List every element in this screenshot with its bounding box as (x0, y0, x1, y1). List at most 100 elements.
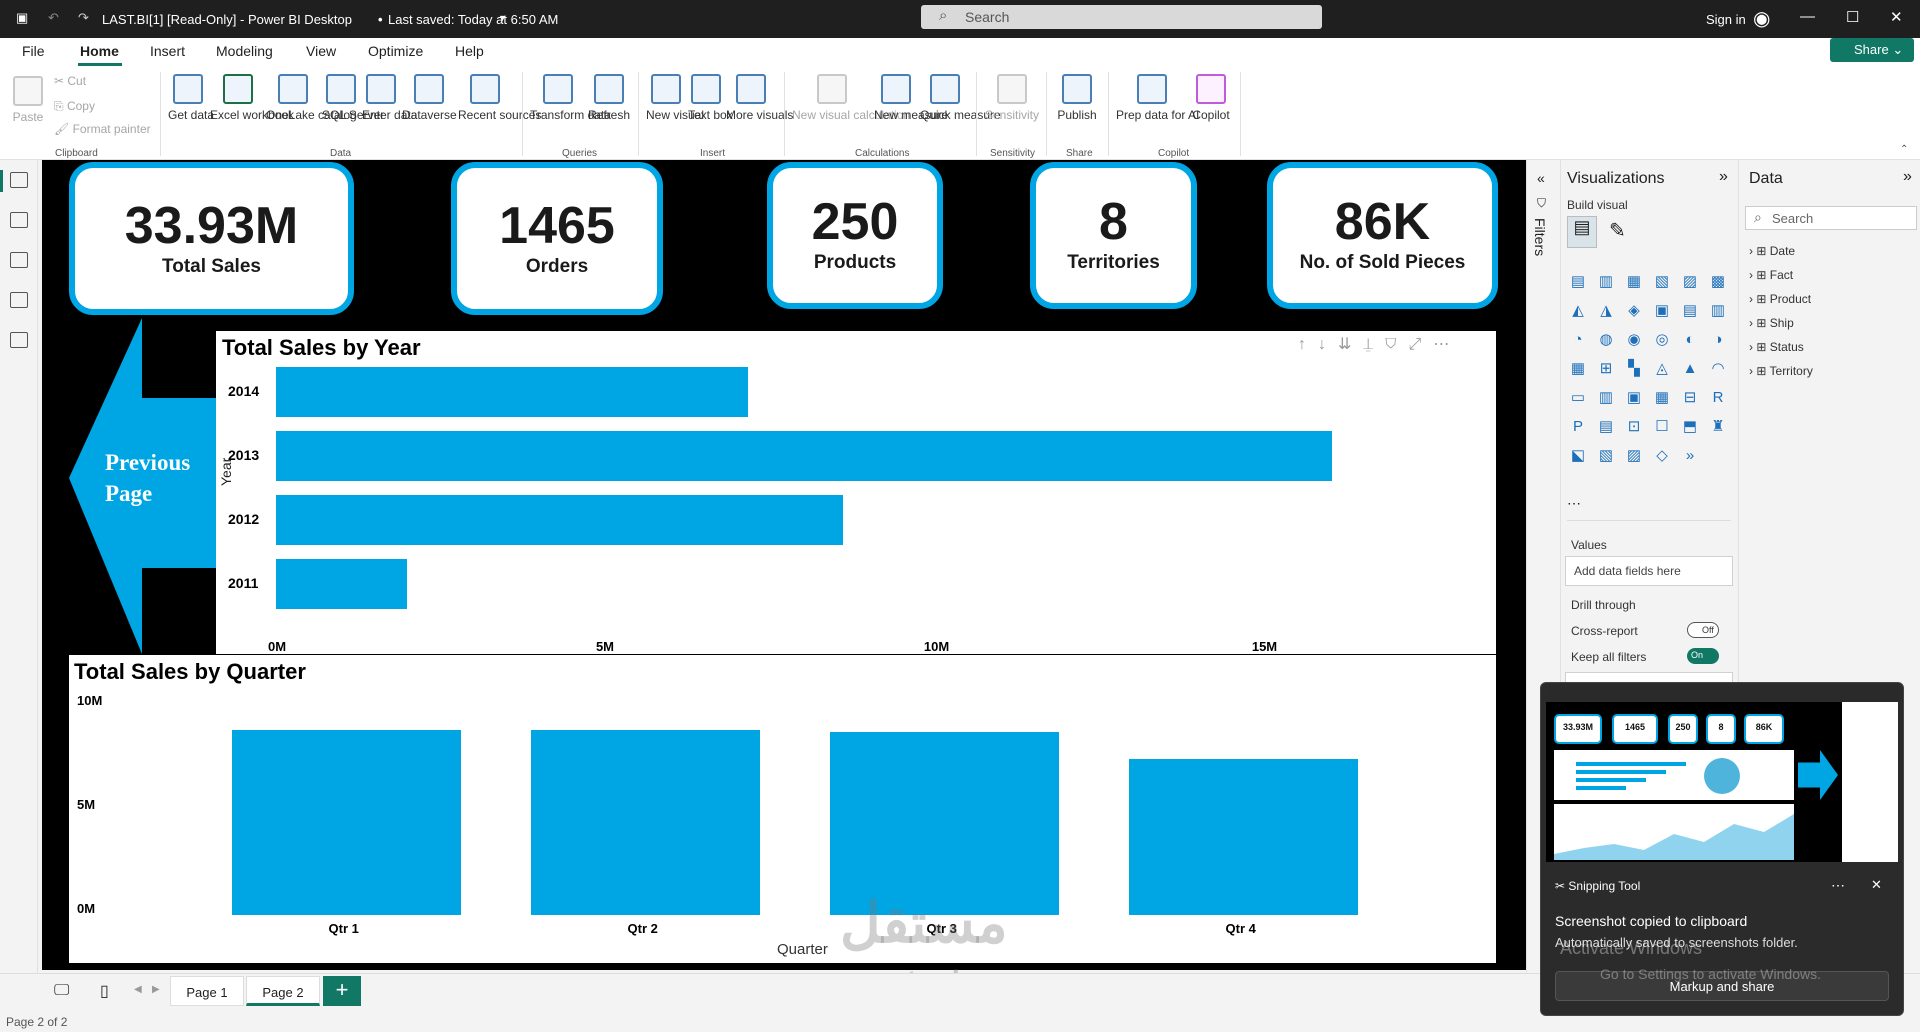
menu-view[interactable]: View (306, 43, 336, 59)
prep-data-ai-button[interactable]: Prep data for AI (1116, 74, 1199, 123)
hierarchy-icon[interactable]: ⍊ (1363, 336, 1385, 353)
table-item-status[interactable]: › ⊞ Status (1749, 340, 1804, 354)
build-visual-tab[interactable]: ▤ (1567, 216, 1597, 248)
focus-mode-icon[interactable]: ⤢ (1409, 336, 1434, 353)
table-view-icon[interactable] (10, 212, 28, 228)
sql-server-button[interactable]: SQL Server (322, 74, 384, 123)
bar-qtr-2[interactable] (531, 729, 760, 915)
search-box[interactable]: ⌕ Search (921, 5, 1322, 29)
maximize-icon[interactable]: ☐ (1846, 8, 1859, 26)
visual-type-icon[interactable]: R (1707, 388, 1729, 408)
last-saved-text[interactable]: Last saved: Today at 6:50 AM (388, 12, 558, 27)
copy-button[interactable]: ⎘ Copy (54, 99, 95, 114)
sign-in-link[interactable]: Sign in (1706, 12, 1746, 27)
drill-down-icon[interactable]: ↓ (1318, 336, 1338, 353)
visual-type-icon[interactable]: ▨ (1623, 446, 1645, 466)
visual-type-icon[interactable]: ▣ (1651, 301, 1673, 321)
bar-2013[interactable] (276, 431, 1332, 481)
more-visuals-button[interactable]: More visuals (726, 74, 793, 123)
kpi-card-products[interactable]: 250 Products (767, 162, 943, 309)
visual-type-icon[interactable]: ♜ (1707, 417, 1729, 437)
keep-all-filters-toggle[interactable]: On (1687, 648, 1719, 664)
paste-button[interactable]: Paste (10, 76, 46, 125)
visual-type-icon[interactable]: ⊟ (1679, 388, 1701, 408)
more-options-icon[interactable]: ⋯ (1831, 877, 1845, 894)
values-drop-zone[interactable]: Add data fields here (1565, 556, 1733, 586)
visual-type-icon[interactable]: » (1679, 446, 1701, 466)
desktop-layout-icon[interactable]: 🖵 (54, 982, 69, 1000)
undo-icon[interactable]: ↶ (48, 10, 59, 26)
new-visual-calculation-button[interactable]: New visual calculation (792, 74, 910, 123)
menu-file[interactable]: File (22, 43, 45, 59)
publish-button[interactable]: Publish (1054, 74, 1100, 123)
kpi-card-sold-pieces[interactable]: 86K No. of Sold Pieces (1267, 162, 1498, 309)
scroll-left-icon[interactable]: ◀ (134, 984, 142, 995)
onelake-catalog-button[interactable]: OneLake catalog (266, 74, 357, 123)
collapse-pane-icon[interactable]: » (1719, 168, 1728, 186)
visual-type-icon[interactable]: ▤ (1595, 417, 1617, 437)
kpi-card-territories[interactable]: 8 Territories (1030, 162, 1197, 309)
minimize-icon[interactable]: — (1800, 8, 1815, 25)
visual-type-icon[interactable]: ▥ (1707, 301, 1729, 321)
dataverse-button[interactable]: Dataverse (402, 74, 457, 123)
visual-type-icon[interactable]: ▭ (1567, 388, 1589, 408)
new-measure-button[interactable]: New measure (874, 74, 948, 123)
visual-type-icon[interactable]: ⊡ (1623, 417, 1645, 437)
visual-type-icon[interactable]: ▦ (1567, 359, 1589, 379)
visual-type-icon[interactable]: ▨ (1679, 272, 1701, 292)
previous-page-button[interactable]: Previous Page (69, 318, 217, 654)
excel-workbook-button[interactable]: Excel workbook (210, 74, 294, 123)
page-tab-1[interactable]: Page 1 (170, 976, 244, 1006)
expand-icon[interactable]: « (1537, 170, 1545, 186)
quick-measure-button[interactable]: Quick measure (920, 74, 1001, 123)
expand-all-icon[interactable]: ⇊ (1338, 336, 1363, 353)
add-page-button[interactable]: + (323, 976, 361, 1006)
chart-sales-by-year[interactable]: Total Sales by Year ↑↓⇊⍊⛉⤢⋯ Year 2014 201… (216, 331, 1496, 654)
account-icon[interactable]: ◉ (1753, 6, 1770, 31)
cross-report-toggle[interactable]: Off (1687, 622, 1719, 638)
tmdl-view-icon[interactable] (10, 332, 28, 348)
visual-type-icon[interactable]: ◬ (1651, 359, 1673, 379)
more-options-icon[interactable]: ⋯ (1433, 336, 1461, 353)
page-tab-2[interactable]: Page 2 (246, 976, 320, 1006)
transform-data-button[interactable]: Transform data (530, 74, 611, 123)
copilot-button[interactable]: Copilot (1188, 74, 1234, 123)
menu-help[interactable]: Help (455, 43, 484, 59)
table-item-product[interactable]: › ⊞ Product (1749, 292, 1811, 306)
filter-icon[interactable]: ⛉ (1385, 336, 1409, 353)
visual-type-icon[interactable]: ◇ (1651, 446, 1673, 466)
visual-type-icon[interactable]: ▚ (1623, 359, 1645, 379)
redo-icon[interactable]: ↷ (78, 10, 89, 26)
data-search-input[interactable]: ⌕ Search (1745, 206, 1917, 230)
scroll-right-icon[interactable]: ▶ (152, 984, 160, 995)
kpi-card-orders[interactable]: 1465 Orders (451, 162, 663, 315)
table-item-fact[interactable]: › ⊞ Fact (1749, 268, 1793, 282)
enter-data-button[interactable]: Enter data (362, 74, 417, 123)
visual-type-icon[interactable]: ⊞ (1595, 359, 1617, 379)
close-icon[interactable]: ✕ (1871, 877, 1882, 893)
visual-type-icon[interactable]: ▩ (1707, 272, 1729, 292)
visual-type-icon[interactable]: ▤ (1567, 272, 1589, 292)
chevron-down-icon[interactable]: ▼ (498, 13, 507, 23)
text-box-button[interactable]: Text box (688, 74, 733, 123)
close-icon[interactable]: ✕ (1890, 8, 1903, 26)
drill-up-icon[interactable]: ↑ (1298, 336, 1318, 353)
visual-type-icon[interactable]: ▦ (1623, 272, 1645, 292)
collapse-ribbon-icon[interactable]: ⌃ (1900, 144, 1908, 155)
refresh-button[interactable]: Refresh (588, 74, 630, 123)
visual-type-icon[interactable]: ◐ (1679, 330, 1701, 350)
bar-2011[interactable] (276, 559, 408, 609)
visual-type-icon[interactable]: ▦ (1651, 388, 1673, 408)
visual-type-icon[interactable]: ▤ (1679, 301, 1701, 321)
sensitivity-button[interactable]: Sensitivity (984, 74, 1040, 123)
screenshot-thumbnail[interactable]: 33.93M 1465 250 8 86K (1546, 686, 1898, 862)
format-visual-tab[interactable]: ✎ (1609, 218, 1626, 243)
kpi-card-total-sales[interactable]: 33.93M Total Sales (69, 162, 354, 315)
visual-type-icon[interactable]: ▣ (1623, 388, 1645, 408)
model-view-icon[interactable] (10, 252, 28, 268)
visual-type-icon[interactable]: P (1567, 417, 1589, 437)
report-view-icon[interactable] (10, 172, 28, 188)
visual-type-icon[interactable]: ◈ (1623, 301, 1645, 321)
format-painter-button[interactable]: 🖌 Format painter (54, 122, 151, 137)
save-icon[interactable]: ▣ (16, 10, 28, 26)
